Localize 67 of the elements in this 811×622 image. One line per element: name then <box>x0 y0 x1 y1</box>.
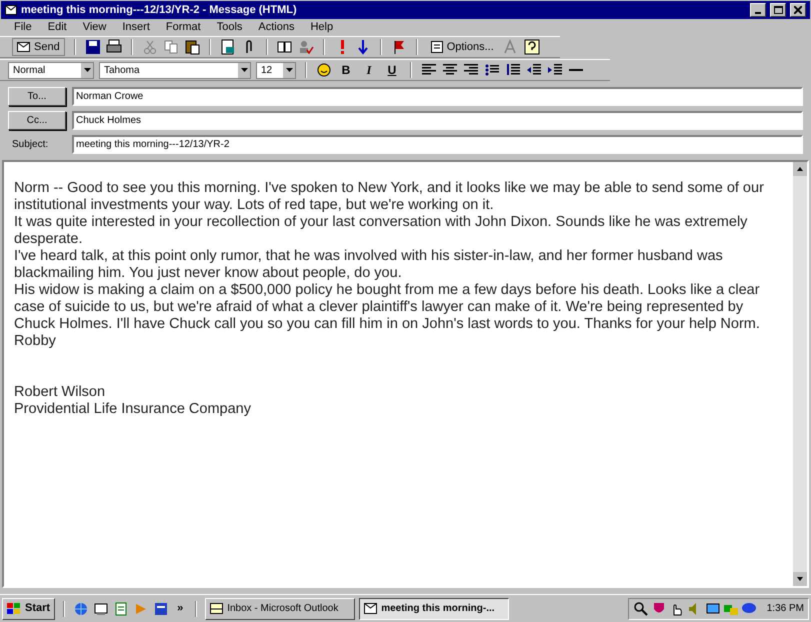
clock: 1:36 PM <box>766 602 804 616</box>
taskbar-button[interactable]: Inbox - Microsoft Outlook <box>205 598 356 620</box>
style-dropdown[interactable]: Normal <box>8 62 94 78</box>
menu-item[interactable]: View <box>80 19 108 36</box>
document-icon[interactable] <box>153 600 170 616</box>
monitor-icon[interactable] <box>704 600 721 616</box>
to-button[interactable]: To... <box>8 87 66 106</box>
to-field[interactable]: Norman Crowe <box>72 87 803 106</box>
window-title: meeting this morning---12/13/YR-2 - Message (HTML) <box>21 2 298 18</box>
scrollbar[interactable] <box>793 162 807 586</box>
body-paragraph: Norm -- Good to see you this morning. I've spoken to New York, and it looks like we may be able to send some of our institutional investments your way. Lots of red tape, but we're working on it. <box>14 180 765 214</box>
print-icon[interactable] <box>106 39 122 55</box>
envelope-icon <box>5 5 17 15</box>
font-size-dropdown[interactable]: 12 <box>256 62 296 78</box>
dropdown-arrow-icon[interactable] <box>84 68 90 72</box>
body-paragraph: His widow is making a claim on a $500,000 policy he bought from me a few days before his death. Looks like a clear case of suicide to us, but we're afraid of what a clever plaintiff's lawyer can make of it. We're being represented by Chuck Holmes. I'll have Chuck call you so you can fill him in on John's last words to you. Thanks for your help Norm. Robby <box>14 282 761 350</box>
menu-item[interactable]: Help <box>308 19 336 36</box>
start-button[interactable]: Start <box>2 598 56 620</box>
smiley-icon[interactable] <box>316 62 332 78</box>
numbered-list-icon[interactable] <box>505 62 521 78</box>
underline-button[interactable]: U <box>383 61 401 79</box>
notepad-icon[interactable] <box>113 600 130 616</box>
magnifier-icon[interactable] <box>632 600 649 616</box>
dropdown-arrow-icon[interactable] <box>286 68 292 72</box>
menu-item[interactable]: File <box>12 19 34 36</box>
menu-item[interactable]: Actions <box>256 19 296 36</box>
options-button[interactable]: Options... <box>426 38 498 56</box>
maximize-icon <box>774 6 782 14</box>
italic-button[interactable]: I <box>360 61 378 79</box>
send-button[interactable]: Send <box>12 38 65 56</box>
envelope-icon <box>364 603 378 614</box>
close-button[interactable] <box>790 3 806 17</box>
cc-button[interactable]: Cc... <box>8 111 66 130</box>
save-icon[interactable] <box>84 39 101 55</box>
desktop-icon[interactable] <box>93 600 110 616</box>
inbox-icon <box>210 603 224 614</box>
dropdown-arrow-icon[interactable] <box>240 68 248 72</box>
minimize-button[interactable] <box>750 3 766 17</box>
clipboard-icon[interactable] <box>184 39 200 55</box>
more-icons-chevron[interactable]: » <box>173 600 188 617</box>
book-icon[interactable] <box>276 39 293 55</box>
minimize-icon <box>755 12 761 14</box>
document-icon[interactable] <box>220 39 236 55</box>
bold-button[interactable]: B <box>337 61 355 79</box>
bullet-list-icon[interactable] <box>484 62 500 78</box>
maximize-button[interactable] <box>770 3 786 17</box>
copy-icon[interactable] <box>162 39 179 55</box>
signature-line: Robert Wilson <box>14 384 106 401</box>
cc-field[interactable]: Chuck Holmes <box>72 111 803 130</box>
taskbar-button[interactable]: meeting this morning-... <box>359 598 510 620</box>
menu-item[interactable]: Edit <box>46 19 69 36</box>
menu-item[interactable]: Insert <box>120 19 152 36</box>
font-dropdown[interactable]: Tahoma <box>99 62 251 78</box>
body-paragraph: I've heard talk, at this point only rumor, that he was involved with his sister-in-law, and her former husband was blackmailing him. You just never know about people, do you. <box>14 248 724 282</box>
message-body[interactable] <box>2 160 809 588</box>
envelope-icon <box>17 42 30 52</box>
subject-field[interactable]: meeting this morning---12/13/YR-2 <box>72 135 803 154</box>
close-icon <box>794 6 802 14</box>
windows-flag-icon <box>7 602 21 614</box>
subject-label: Subject: <box>11 138 50 152</box>
menu-item[interactable]: Tools <box>214 19 244 36</box>
person-check-icon[interactable] <box>298 39 314 55</box>
options-list-icon <box>430 41 443 53</box>
body-paragraph: It was quite interested in your recollection of your last conversation with John Dixon. Sounds like he was extremely desperate. <box>14 214 748 248</box>
help-icon[interactable] <box>524 39 540 55</box>
signature-line: Providential Life Insurance Company <box>14 401 252 418</box>
menu-item[interactable]: Format <box>164 19 203 36</box>
